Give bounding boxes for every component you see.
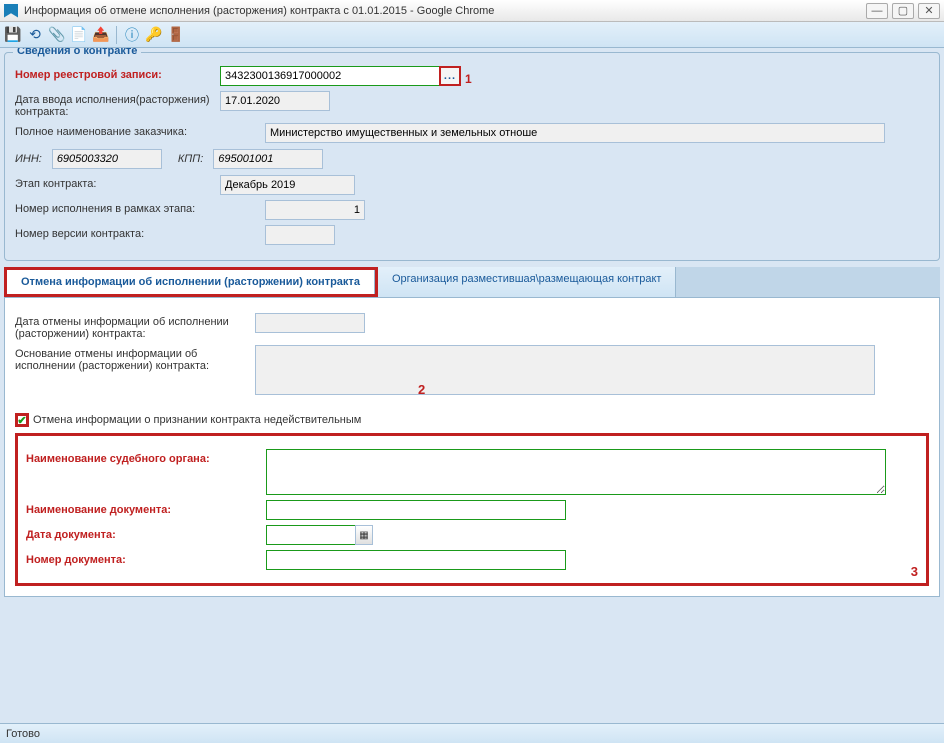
doc-date-input[interactable] bbox=[266, 525, 356, 545]
tabs-container: Отмена информации об исполнении (расторж… bbox=[4, 267, 940, 597]
entry-date-input[interactable] bbox=[220, 91, 330, 111]
save-icon[interactable]: 💾 bbox=[4, 26, 22, 44]
titlebar: Информация об отмене исполнения (расторж… bbox=[0, 0, 944, 22]
toolbar-sep bbox=[116, 26, 117, 44]
label-version: Номер версии контракта: bbox=[15, 225, 220, 240]
label-registry-no: Номер реестровой записи: bbox=[15, 66, 220, 81]
new-doc-icon[interactable]: 📄 bbox=[70, 26, 88, 44]
logout-icon[interactable]: 🚪 bbox=[167, 26, 185, 44]
content-area: Сведения о контракте Номер реестровой за… bbox=[0, 48, 944, 723]
contract-legend: Сведения о контракте bbox=[13, 48, 141, 57]
attach-icon[interactable]: 📎 bbox=[48, 26, 66, 44]
export-doc-icon[interactable]: 📤 bbox=[92, 26, 110, 44]
label-cancel-date: Дата отмены информации об исполнении (ра… bbox=[15, 313, 255, 340]
kpp-input[interactable] bbox=[213, 149, 323, 169]
minimize-button[interactable]: — bbox=[866, 3, 888, 19]
label-customer-full: Полное наименование заказчика: bbox=[15, 123, 220, 138]
status-bar: Готово bbox=[0, 723, 944, 743]
doc-no-input[interactable] bbox=[266, 550, 566, 570]
label-exec-no: Номер исполнения в рамках этапа: bbox=[15, 200, 220, 215]
status-text: Готово bbox=[6, 728, 40, 740]
cancel-basis-textarea[interactable] bbox=[255, 345, 875, 395]
tab-bar: Отмена информации об исполнении (расторж… bbox=[4, 267, 940, 298]
contract-info-fieldset: Сведения о контракте Номер реестровой за… bbox=[4, 52, 940, 261]
calendar-icon[interactable]: ▦ bbox=[355, 525, 373, 545]
tab-panel-cancel: Дата отмены информации об исполнении (ра… bbox=[4, 298, 940, 597]
window-controls: — ▢ ✕ bbox=[866, 3, 940, 19]
doc-name-input[interactable] bbox=[266, 500, 566, 520]
exec-no-input[interactable] bbox=[265, 200, 365, 220]
version-input[interactable] bbox=[265, 225, 335, 245]
label-entry-date: Дата ввода исполнения(расторжения) контр… bbox=[15, 91, 220, 118]
label-doc-date: Дата документа: bbox=[26, 525, 266, 541]
tab-highlight-frame: Отмена информации об исполнении (расторж… bbox=[4, 267, 378, 297]
label-stage: Этап контракта: bbox=[15, 175, 220, 190]
annotation-3: 3 bbox=[911, 564, 918, 579]
label-cancel-invalidation: Отмена информации о признании контракта … bbox=[33, 414, 361, 426]
label-court-name: Наименование судебного органа: bbox=[26, 449, 266, 465]
customer-full-input[interactable] bbox=[265, 123, 885, 143]
app-icon bbox=[4, 4, 18, 18]
registry-lookup-button[interactable]: ... bbox=[439, 66, 461, 86]
cancel-date-input[interactable] bbox=[255, 313, 365, 333]
key-icon[interactable]: 🔑 bbox=[145, 26, 163, 44]
label-cancel-basis: Основание отмены информации об исполнени… bbox=[15, 345, 255, 372]
court-name-textarea[interactable] bbox=[266, 449, 886, 495]
toolbar: 💾 ⟲ 📎 📄 📤 ⓘ 🔑 🚪 bbox=[0, 22, 944, 48]
label-doc-no: Номер документа: bbox=[26, 550, 266, 566]
annotation-2: 2 bbox=[418, 382, 425, 397]
maximize-button[interactable]: ▢ bbox=[892, 3, 914, 19]
close-button[interactable]: ✕ bbox=[918, 3, 940, 19]
tab-cancel-info[interactable]: Отмена информации об исполнении (расторж… bbox=[7, 270, 375, 294]
label-kpp: КПП: bbox=[178, 153, 207, 165]
tab-org-placement[interactable]: Организация разместившая\размещающая кон… bbox=[378, 267, 677, 297]
label-doc-name: Наименование документа: bbox=[26, 500, 266, 516]
label-inn: ИНН: bbox=[15, 153, 46, 165]
registry-no-input[interactable] bbox=[220, 66, 440, 86]
cancel-invalidation-checkbox[interactable]: ✔ bbox=[15, 413, 29, 427]
invalidation-block: Наименование судебного органа: Наименова… bbox=[15, 433, 929, 586]
inn-input[interactable] bbox=[52, 149, 162, 169]
window-title: Информация об отмене исполнения (расторж… bbox=[24, 5, 866, 17]
refresh-icon[interactable]: ⟲ bbox=[26, 26, 44, 44]
stage-input[interactable] bbox=[220, 175, 355, 195]
help-icon[interactable]: ⓘ bbox=[123, 26, 141, 44]
annotation-1: 1 bbox=[465, 72, 472, 86]
